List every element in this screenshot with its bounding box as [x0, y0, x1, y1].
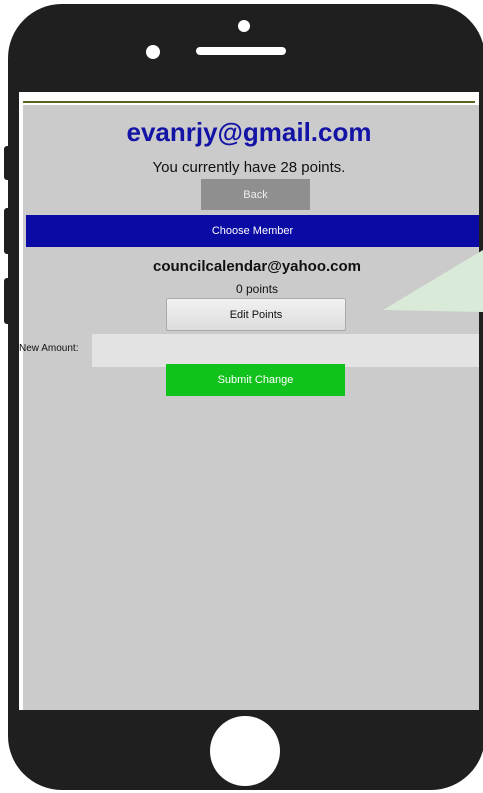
new-amount-input[interactable]: [92, 334, 479, 367]
current-points-text: You currently have 28 points.: [152, 159, 346, 176]
member-points: 0 points: [235, 282, 279, 296]
home-button[interactable]: [210, 716, 280, 786]
phone-side-button: [4, 278, 14, 324]
speaker-grille: [196, 47, 286, 55]
member-email: councilcalendar@yahoo.com: [152, 258, 361, 275]
phone-screen: evanrjy@gmail.com You currently have 28 …: [19, 92, 479, 710]
choose-member-button[interactable]: Choose Member: [26, 215, 479, 247]
top-divider: [23, 101, 475, 103]
edit-points-button[interactable]: Edit Points: [166, 298, 346, 331]
camera-icon: [146, 45, 160, 59]
new-amount-label: New Amount:: [19, 343, 79, 354]
submit-change-button[interactable]: Submit Change: [166, 364, 345, 396]
sensor-dot: [238, 20, 250, 32]
phone-side-button: [4, 208, 14, 254]
phone-side-button: [4, 146, 14, 180]
user-email-title: evanrjy@gmail.com: [126, 117, 372, 147]
back-button[interactable]: Back: [201, 179, 310, 210]
